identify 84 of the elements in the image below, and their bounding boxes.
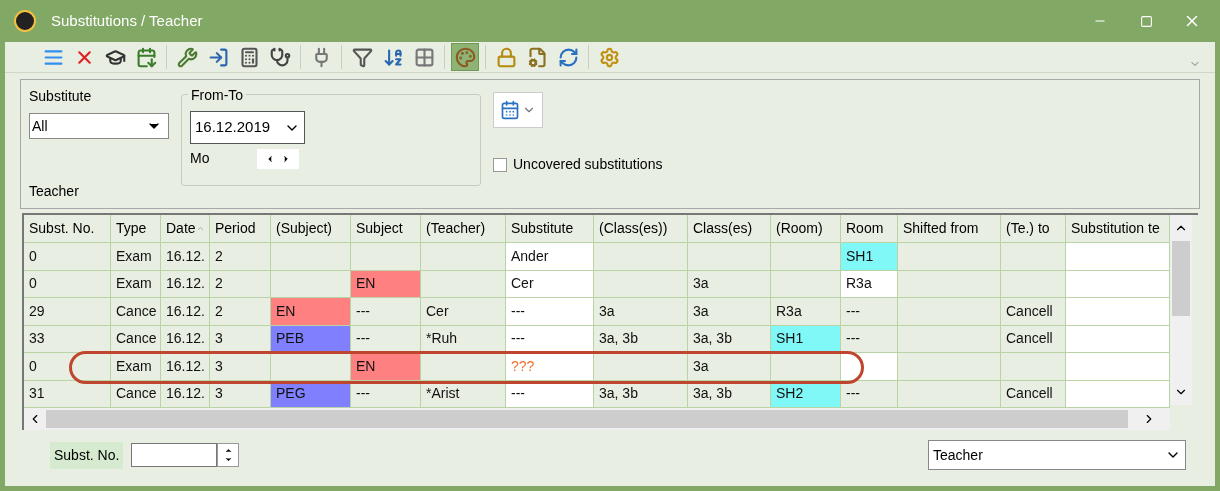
table-cell: 16.12.: [161, 270, 210, 298]
calendar-icon: [500, 100, 520, 120]
column-header[interactable]: (Room): [771, 215, 841, 243]
scrollbar-thumb[interactable]: [1172, 241, 1190, 316]
table-cell: 3a: [688, 270, 771, 298]
column-header[interactable]: Type: [111, 215, 161, 243]
horizontal-scrollbar[interactable]: [24, 408, 1170, 430]
checkbox-label: Uncovered substitutions: [513, 155, 663, 174]
column-header[interactable]: Period: [210, 215, 271, 243]
document-gear-icon: [526, 46, 548, 68]
table-cell: EN: [271, 298, 351, 326]
table-cell: R3a: [841, 270, 898, 298]
table-cell: 0: [24, 270, 111, 298]
table-cell: SH1: [841, 243, 898, 271]
table-cell: Ander: [506, 243, 594, 271]
sort-az-icon: [382, 46, 404, 68]
calculator-icon: [238, 46, 260, 68]
sort-icon: [195, 224, 205, 233]
table-cell: 3: [210, 353, 271, 381]
column-header[interactable]: (Subject): [271, 215, 351, 243]
table-cell: 2: [210, 270, 271, 298]
table-cell: 3a, 3b: [594, 325, 688, 353]
field-label: Substitute: [29, 87, 93, 106]
table-cell: ---: [351, 298, 421, 326]
table-cell: R3a: [771, 298, 841, 326]
table-cell: 16.12.: [161, 325, 210, 353]
weekday-label: Mo: [190, 149, 210, 168]
table-cell: 0: [24, 353, 111, 381]
table-cell: EN: [351, 270, 421, 298]
substitute-dropdown[interactable]: All: [29, 113, 169, 139]
table-cell: 29: [24, 298, 111, 326]
table-cell: 16.12.: [161, 353, 210, 381]
column-header[interactable]: Subst. No.: [24, 215, 111, 243]
table-cell: Exam: [111, 243, 161, 271]
table-cell: Exam: [111, 270, 161, 298]
table-cell: ---: [351, 325, 421, 353]
vertical-scrollbar[interactable]: [1170, 215, 1192, 405]
column-header[interactable]: (Teacher): [421, 215, 506, 243]
column-header[interactable]: Subject: [351, 215, 421, 243]
table-cell: 3a: [688, 298, 771, 326]
table-cell: ---: [506, 298, 594, 326]
stethoscope-icon: [269, 46, 291, 68]
table-cell: Cer: [506, 270, 594, 298]
table-cell: 2: [210, 243, 271, 271]
field-label: Subst. No.: [50, 441, 124, 469]
table-cell: 16.12.: [161, 243, 210, 271]
table-cell: 3a: [594, 298, 688, 326]
lock-icon: [495, 46, 517, 68]
calendar-arrow-icon: [135, 46, 157, 68]
table-cell: ---: [841, 298, 898, 326]
grid-icon: [413, 46, 435, 68]
table-cell: Cance: [111, 325, 161, 353]
table-cell: Cance: [111, 298, 161, 326]
refresh-icon: [557, 46, 579, 68]
table-cell: 33: [24, 325, 111, 353]
checkbox[interactable]: [493, 157, 507, 172]
maximize-icon: [1139, 14, 1153, 28]
table-cell: 0: [24, 243, 111, 271]
up-arrow-icon: [223, 446, 233, 455]
date-field[interactable]: 16.12.2019: [190, 111, 305, 144]
table-cell: Exam: [111, 353, 161, 381]
column-header[interactable]: Date: [161, 215, 210, 243]
palette-icon: [454, 46, 476, 68]
wrench-icon: [176, 46, 198, 68]
filter-icon: [351, 46, 373, 68]
view-dropdown[interactable]: Teacher: [928, 440, 1186, 470]
column-header[interactable]: (Class(es)): [594, 215, 688, 243]
door-enter-icon: [207, 46, 229, 68]
down-arrow-icon: [223, 455, 233, 464]
table-cell: 3a: [688, 353, 771, 381]
table-cell: EN: [351, 353, 421, 381]
table-cell: 16.12.: [161, 298, 210, 326]
section-label: Teacher: [29, 182, 80, 201]
window-title: Substitutions / Teacher: [51, 10, 203, 31]
column-header[interactable]: Shifted from: [898, 215, 1001, 243]
scrollbar-thumb[interactable]: [46, 410, 1128, 428]
settings-icon: [598, 46, 620, 68]
column-header[interactable]: (Te.) to: [1001, 215, 1066, 243]
table-cell: ???: [506, 353, 594, 381]
column-header[interactable]: Class(es): [688, 215, 771, 243]
number-field[interactable]: [131, 443, 218, 467]
table-cell: [351, 243, 421, 271]
calendar-button[interactable]: [493, 92, 543, 128]
number-spinner[interactable]: [217, 443, 240, 467]
